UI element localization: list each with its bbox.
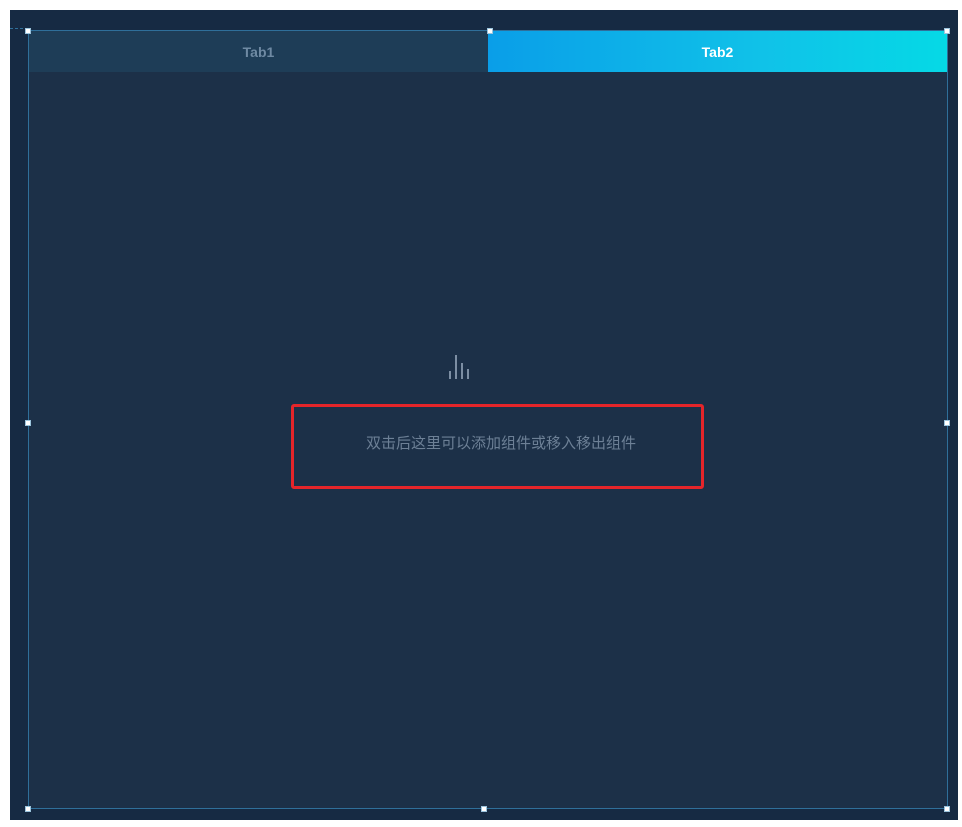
resize-handle-top-center[interactable] (487, 28, 493, 34)
resize-handle-middle-right[interactable] (944, 420, 950, 426)
bar-chart-icon (449, 355, 469, 379)
resize-handle-middle-left[interactable] (25, 420, 31, 426)
resize-handle-top-left[interactable] (25, 28, 31, 34)
resize-handle-bottom-right[interactable] (944, 806, 950, 812)
tab-bar: Tab1 Tab2 (29, 31, 947, 72)
tab-1[interactable]: Tab1 (29, 31, 488, 72)
tab-2[interactable]: Tab2 (488, 31, 947, 72)
resize-handle-bottom-left[interactable] (25, 806, 31, 812)
highlight-box (291, 404, 704, 489)
resize-handle-bottom-center[interactable] (481, 806, 487, 812)
resize-handle-top-right[interactable] (944, 28, 950, 34)
